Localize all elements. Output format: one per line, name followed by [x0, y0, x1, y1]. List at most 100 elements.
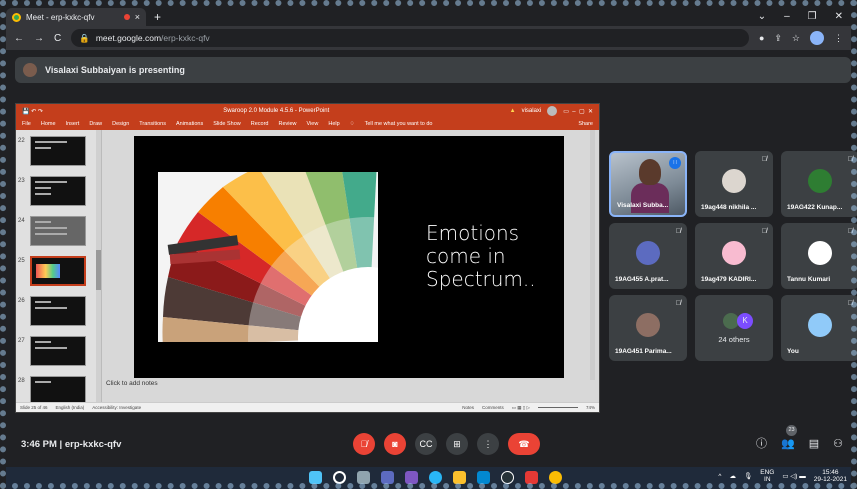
participant-tile[interactable]: 🎙̸ Tannu Kumari: [781, 223, 857, 289]
mic-off-button[interactable]: 🎙̸: [353, 433, 375, 455]
participant-tile[interactable]: 🎙̸ 19AG455 A.prat...: [609, 223, 687, 289]
presenting-banner: Visalaxi Subbaiyan is presenting: [15, 57, 851, 83]
participant-name: 19ag448 nikhila ...: [701, 204, 757, 211]
status-notes: Notes: [462, 405, 475, 410]
teams-icon[interactable]: [405, 471, 418, 484]
captions-button[interactable]: CC: [415, 433, 437, 455]
forward-icon[interactable]: →: [34, 33, 44, 44]
mail-icon[interactable]: [477, 471, 490, 484]
cloud-icon[interactable]: ☁: [729, 472, 736, 480]
ppt-menu-draw: Draw: [89, 121, 103, 127]
file-explorer-icon[interactable]: [453, 471, 466, 484]
recording-dot-icon: [123, 14, 130, 20]
minimize-button[interactable]: –: [784, 8, 790, 26]
participant-tile[interactable]: 🎙̸ 19AG422 Kunap...: [781, 151, 857, 217]
window-controls: ⌄ – ❐ ✕: [758, 8, 851, 26]
more-options-button[interactable]: ⋮: [477, 433, 499, 455]
presenter-avatar: [23, 63, 37, 77]
close-window-button[interactable]: ✕: [835, 8, 843, 26]
slide-number: 25: [18, 258, 25, 264]
present-button[interactable]: ⊞: [446, 433, 468, 455]
ppt-menu-transitions: Transitions: [139, 121, 166, 127]
participant-name: 19ag479 KADIRI...: [701, 276, 757, 283]
task-view-icon[interactable]: [357, 471, 370, 484]
slide-thumb: 26: [18, 296, 101, 330]
tab-search-icon[interactable]: ⌄: [758, 8, 766, 26]
share-icon[interactable]: ⇪: [774, 33, 782, 44]
participant-name: You: [787, 348, 799, 355]
edge-icon[interactable]: [429, 471, 442, 484]
windows-taskbar: ^ ☁ 🎙 ENG IN ▭ ◁) ▬ 15:46 29-12-2021: [6, 467, 851, 489]
color-swatch-fan-image: [158, 172, 378, 342]
tray-chevron-icon[interactable]: ^: [718, 473, 721, 480]
meeting-sep: |: [59, 439, 63, 450]
mic-muted-icon: 🎙̸: [847, 300, 853, 307]
menu-dots-icon[interactable]: ⋮: [834, 33, 843, 44]
meeting-time: 3:46 PM: [21, 439, 57, 450]
url-path: /erp-kxkc-qfv: [161, 33, 210, 43]
dell-icon[interactable]: [501, 471, 514, 484]
slide-line-3: Spectrum..: [426, 267, 536, 291]
status-accessibility: Accessibility: Investigate: [92, 405, 142, 410]
ppt-window-icons: ▭ – ▢ ✕: [563, 108, 593, 115]
ppt-body: 22 23 24 25 26 27 28 Emotions come in Sp…: [16, 130, 599, 402]
slide-line-1: Emotions: [426, 221, 520, 245]
others-tile[interactable]: K 24 others: [695, 295, 773, 361]
avatar: [808, 169, 832, 193]
slide-thumb: 27: [18, 336, 101, 370]
camera-off-button[interactable]: ◙: [384, 433, 406, 455]
presentation-window: 💾 ↶ ↷ Swaroop 2.0 Module 4.5.6 - PowerPo…: [15, 103, 600, 413]
bookmark-star-icon[interactable]: ☆: [792, 33, 800, 44]
network-volume-battery-icons[interactable]: ▭ ◁) ▬: [782, 472, 805, 480]
participant-name: 19AG455 A.prat...: [615, 276, 669, 283]
browser-tab-meet[interactable]: Meet - erp-kxkc-qfv ×: [6, 8, 146, 26]
new-tab-button[interactable]: +: [154, 8, 161, 26]
profile-avatar-icon[interactable]: [810, 31, 824, 45]
chrome-icon[interactable]: [549, 471, 562, 484]
office-icon[interactable]: [525, 471, 538, 484]
activities-icon[interactable]: ⚇: [833, 437, 843, 450]
status-language: English (India): [55, 405, 85, 410]
self-tile[interactable]: 🎙̸ You: [781, 295, 857, 361]
ppt-menu-view: View: [306, 121, 319, 127]
avatar: [722, 169, 746, 193]
start-icon[interactable]: [309, 471, 322, 484]
participant-name: 19AG451 Parima...: [615, 348, 672, 355]
tab-close-icon[interactable]: ×: [135, 12, 140, 22]
maximize-button[interactable]: ❐: [808, 8, 817, 26]
leave-call-button[interactable]: ☎: [508, 433, 540, 455]
language-indicator[interactable]: ENG IN: [760, 469, 774, 483]
avatar-letter: K: [737, 313, 753, 329]
mic-muted-icon: 🎙̸: [761, 156, 767, 163]
url-host: meet.google.com: [95, 33, 162, 43]
slide-thumb: 22: [18, 136, 101, 170]
ppt-menu-home: Home: [40, 121, 56, 127]
participant-tile[interactable]: 🎙̸ 19ag479 KADIRI...: [695, 223, 773, 289]
slide-number: 28: [18, 378, 25, 384]
tray-clock[interactable]: 15:46 29-12-2021: [814, 469, 847, 483]
back-icon[interactable]: ←: [14, 33, 24, 44]
reload-icon[interactable]: C: [54, 33, 61, 44]
widgets-icon[interactable]: [381, 471, 394, 484]
camera-indicator-icon[interactable]: ●: [759, 33, 764, 43]
url-field[interactable]: 🔒 meet.google.com/erp-kxkc-qfv: [71, 29, 749, 47]
participant-tile[interactable]: 🎙̸ 19AG451 Parima...: [609, 295, 687, 361]
mic-tray-icon[interactable]: 🎙: [744, 472, 752, 480]
notes-placeholder: Click to add notes: [106, 380, 158, 387]
zoom-slider: [537, 407, 578, 408]
avatar: [636, 313, 660, 337]
chat-icon[interactable]: ▤: [809, 437, 819, 450]
participant-tile[interactable]: 🎙̸ 19ag448 nikhila ...: [695, 151, 773, 217]
search-icon[interactable]: [333, 471, 346, 484]
participant-name: Tannu Kumari: [787, 276, 831, 283]
meeting-code: erp-kxkc-qfv: [64, 439, 122, 450]
ppt-menu-file: File: [22, 121, 31, 127]
people-icon[interactable]: 👥: [781, 437, 795, 450]
slide-number: 24: [18, 218, 25, 224]
info-icon[interactable]: ⓘ: [756, 435, 767, 451]
participant-name: Visalaxi Subba...: [617, 202, 669, 209]
mic-muted-icon: 🎙̸: [675, 228, 681, 235]
ppt-tell-me: Tell me what you want to do: [364, 121, 433, 127]
participant-tile-presenter[interactable]: ∷ Visalaxi Subba...: [609, 151, 687, 217]
zoom-level: 74%: [585, 405, 595, 410]
